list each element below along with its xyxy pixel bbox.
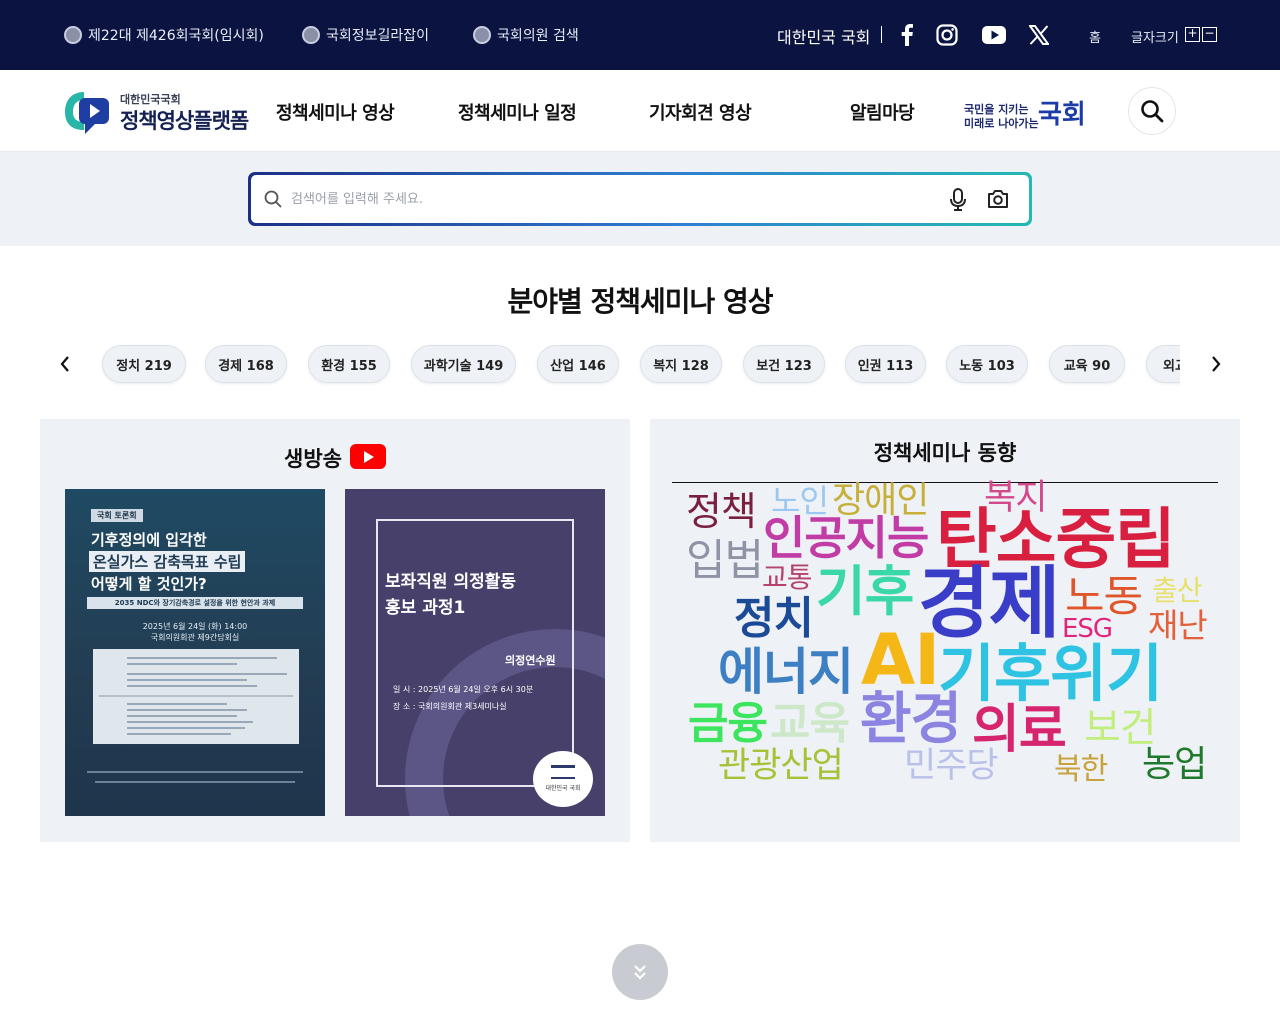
logo-mark-icon	[65, 92, 109, 134]
live-video-card[interactable]: 국회 토론회 기후정의에 입각한 온실가스 감축목표 수립 어떻게 할 것인가?…	[65, 489, 325, 816]
section-title: 분야별 정책세미나 영상	[507, 285, 773, 318]
chevron-right-icon	[1212, 356, 1221, 372]
category-chip[interactable]: 경제 168	[205, 345, 287, 383]
x-twitter-icon[interactable]	[1027, 23, 1051, 47]
scroll-down-button[interactable]	[612, 944, 668, 1000]
cloud-word[interactable]: 기후	[816, 565, 914, 619]
category-chip-list: 정치 219 경제 168 환경 155 과학기술 149 산업 146 복지 …	[100, 343, 1180, 387]
cloud-word[interactable]: 정치	[734, 597, 814, 641]
menu-seminar-videos[interactable]: 정책세미나 영상	[276, 99, 395, 125]
cloud-word[interactable]: 입법	[686, 540, 764, 583]
youtube-icon[interactable]	[982, 23, 1006, 47]
cloud-word[interactable]: 북한	[1054, 755, 1108, 785]
cloud-word[interactable]: 민주당	[904, 749, 999, 784]
assembly-seal-logo: 대한민국 국회	[533, 751, 593, 807]
menu-press-conference-videos[interactable]: 기자회견 영상	[649, 99, 752, 125]
category-chip[interactable]: 외교	[1146, 345, 1180, 383]
youtube-icon	[350, 444, 386, 469]
assembly-emblem-icon	[473, 26, 491, 44]
site-logo[interactable]: 대한민국국회 정책영상플랫폼	[62, 88, 262, 138]
cloud-word[interactable]: 인공지능	[763, 515, 929, 561]
facebook-icon[interactable]	[895, 23, 919, 47]
category-chip[interactable]: 과학기술 149	[411, 345, 516, 383]
cloud-word[interactable]: 관광산업	[718, 749, 844, 784]
double-chevron-down-icon	[634, 965, 646, 980]
assembly-emblem-icon	[64, 26, 82, 44]
search-toggle-button[interactable]	[1128, 87, 1176, 135]
instagram-icon[interactable]	[935, 23, 959, 47]
assembly-info-guide-link[interactable]: 국회정보길라잡이	[302, 0, 429, 70]
search-icon	[1141, 100, 1164, 123]
top-utility-bar: 제22대 제426회국회(임시회) 국회정보길라잡이 국회의원 검색 대한민국 …	[0, 0, 1280, 70]
program-table	[93, 649, 299, 744]
cloud-word[interactable]: 교통	[762, 564, 813, 592]
word-cloud: 정책 노인 장애인 복지 탄소중립 인공지능 입법 교통 기후 경제 노동 출산…	[650, 419, 1240, 842]
cloud-word[interactable]: 에너지	[718, 647, 854, 697]
divider	[881, 26, 882, 43]
assembly-emblem-icon	[302, 26, 320, 44]
category-chip[interactable]: 산업 146	[537, 345, 619, 383]
menu-seminar-schedule[interactable]: 정책세미나 일정	[458, 99, 577, 125]
microphone-icon[interactable]	[949, 188, 967, 212]
live-title: 생방송	[284, 447, 342, 471]
assembly-session-link[interactable]: 제22대 제426회국회(임시회)	[64, 0, 264, 70]
menu-notices[interactable]: 알림마당	[850, 99, 915, 125]
assembly-building-icon	[551, 765, 575, 779]
category-chip[interactable]: 보건 123	[743, 345, 825, 383]
live-video-card[interactable]: 보좌직원 의정활동 홍보 과정1 의정연수원 일 시 : 2025년 6월 24…	[345, 489, 605, 816]
search-icon	[264, 190, 282, 208]
search-band	[0, 152, 1280, 246]
logo-title: 정책영상플랫폼	[120, 109, 249, 133]
font-size-label: 글자크기	[1131, 31, 1179, 46]
cloud-word[interactable]: AI	[861, 625, 940, 695]
camera-icon[interactable]	[987, 189, 1009, 209]
cloud-word[interactable]: 농업	[1142, 747, 1207, 783]
seminar-trend-panel: 정책세미나 동향 정책 노인 장애인 복지 탄소중립 인공지능 입법 교통 기후…	[650, 419, 1240, 842]
cloud-word[interactable]: 금융	[688, 702, 768, 746]
cloud-word[interactable]: 보건	[1084, 708, 1157, 748]
main-navigation: 대한민국국회 정책영상플랫폼 정책세미나 영상 정책세미나 일정 기자회견 영상…	[0, 70, 1280, 152]
category-chip[interactable]: 환경 155	[308, 345, 390, 383]
category-chip[interactable]: 교육 90	[1049, 345, 1125, 383]
search-input[interactable]	[291, 187, 931, 211]
search-box	[248, 172, 1032, 226]
cloud-word[interactable]: 출산	[1152, 577, 1203, 605]
live-broadcast-panel: 생방송 국회 토론회 기후정의에 입각한 온실가스 감축목표 수립 어떻게 할 …	[40, 419, 630, 842]
category-next-button[interactable]	[1204, 352, 1228, 376]
category-chip[interactable]: 노동 103	[946, 345, 1028, 383]
category-prev-button[interactable]	[53, 352, 77, 376]
category-chip[interactable]: 복지 128	[640, 345, 722, 383]
cloud-word[interactable]: 환경	[860, 692, 962, 748]
member-search-link[interactable]: 국회의원 검색	[473, 0, 579, 70]
chevron-left-icon	[60, 356, 69, 372]
home-link[interactable]: 홈	[1089, 27, 1101, 46]
assembly-slogan-banner: 국민을 지키는 미래로 나아가는 국회	[964, 100, 1086, 130]
national-assembly-link[interactable]: 대한민국 국회	[777, 24, 870, 48]
cloud-word[interactable]: 정책	[686, 493, 757, 532]
font-decrease-button[interactable]: −	[1202, 27, 1217, 42]
category-chip[interactable]: 정치 219	[102, 345, 186, 383]
category-chip[interactable]: 인권 113	[845, 345, 926, 383]
cloud-word[interactable]: 노동	[1065, 576, 1143, 619]
font-increase-button[interactable]: +	[1185, 27, 1200, 42]
cloud-word[interactable]: 교육	[770, 702, 850, 746]
cloud-word[interactable]: 기후위기	[938, 643, 1163, 705]
